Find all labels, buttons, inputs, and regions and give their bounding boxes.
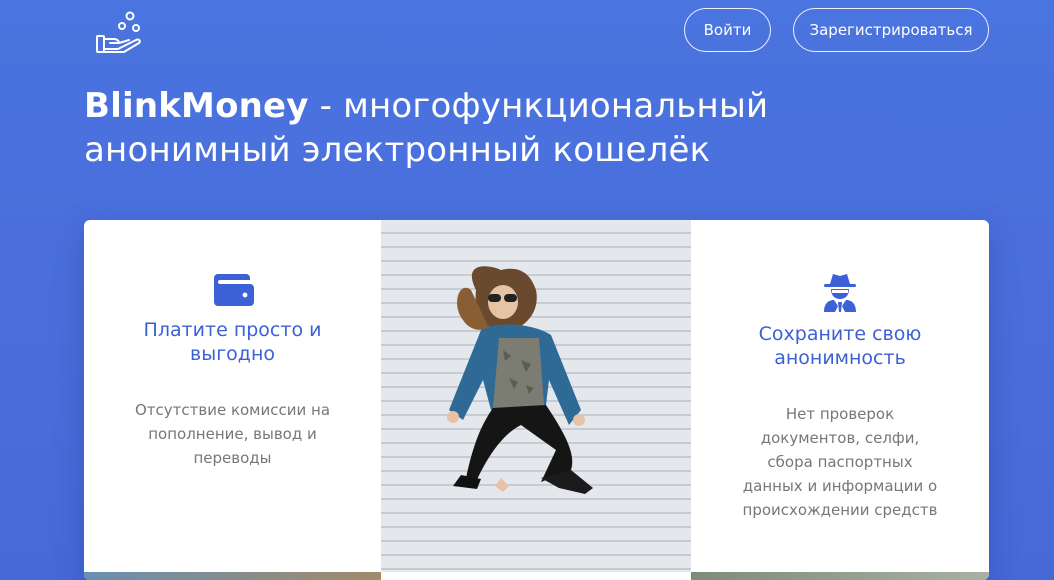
hand-coins-icon[interactable] — [94, 10, 150, 56]
feature-title: Платите просто и выгодно — [143, 319, 322, 365]
login-button[interactable]: Войти — [684, 8, 771, 52]
next-row-image — [691, 572, 989, 580]
feature-text: Нет проверок документов, селфи, сбора па… — [742, 405, 938, 519]
wallet-icon — [213, 274, 254, 306]
page-title: BlinkMoney - многофункциональный анонимн… — [84, 84, 984, 172]
hero-photo — [381, 220, 691, 572]
register-button[interactable]: Зарегистрироваться — [793, 8, 989, 52]
jumping-woman-image — [447, 266, 593, 494]
next-row-card — [381, 572, 691, 580]
feature-title: Сохраните свою анонимность — [758, 323, 922, 369]
feature-text: Отсутствие комиссии на пополнение, вывод… — [134, 401, 331, 467]
feature-card-payments: Платите просто и выгодно Отсутствие коми… — [84, 220, 381, 572]
spy-icon — [824, 274, 856, 312]
brand-name: BlinkMoney — [84, 86, 309, 126]
features-panel: Платите просто и выгодно Отсутствие коми… — [84, 220, 989, 580]
next-row-image — [84, 572, 381, 580]
feature-card-anonymity: Сохраните свою анонимность Нет проверок … — [691, 220, 989, 572]
